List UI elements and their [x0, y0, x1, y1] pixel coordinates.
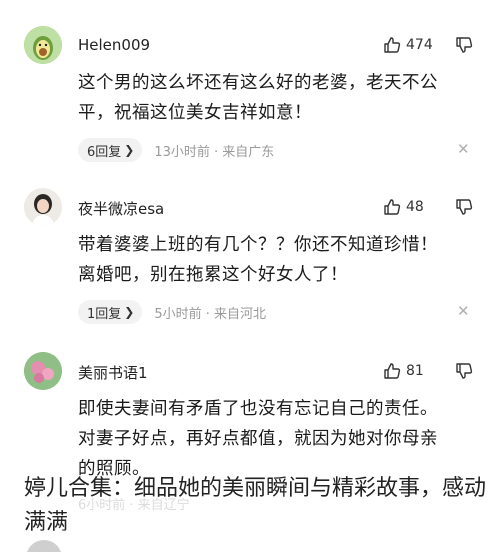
comment-meta: 6回复 ❯ 13小时前 · 来自广东: [78, 138, 274, 162]
girl-avatar-image: [24, 188, 62, 226]
dislike-button[interactable]: [455, 198, 473, 218]
reply-count: 1回复: [87, 306, 122, 322]
dislike-button[interactable]: [455, 36, 473, 56]
avatar[interactable]: [24, 26, 62, 64]
comment-text-line: 离婚吧，别在拖累这个好女人了！: [78, 265, 348, 285]
chevron-right-icon: ❯: [124, 143, 135, 157]
thumbs-down-icon: [456, 37, 473, 53]
overlay-caption: 婷儿合集：细品她的美丽瞬间与精彩故事，感动满满: [24, 476, 487, 535]
comment-text: 这个男的这么坏还有这么好的老婆，老天不公 平，祝福这位美女吉祥如意！: [78, 68, 488, 128]
timestamp-location: 5小时前 · 来自河北: [154, 306, 267, 322]
like-button[interactable]: 474: [383, 36, 433, 54]
comment-text-line: 带着婆婆上班的有几个？？你还不知道珍惜！: [78, 235, 438, 255]
avatar[interactable]: [24, 188, 62, 226]
avatar[interactable]: [26, 540, 62, 552]
username[interactable]: 夜半微凉esa: [78, 198, 164, 219]
username[interactable]: Helen009: [78, 36, 150, 54]
comment-text-line: 这个男的这么坏还有这么好的老婆，老天不公: [78, 73, 438, 93]
timestamp-location: 13小时前 · 来自广东: [154, 144, 275, 160]
comment-meta: 1回复 ❯ 5小时前 · 来自河北: [78, 300, 266, 324]
thumbs-down-icon: [456, 363, 473, 379]
avatar[interactable]: [24, 352, 62, 390]
comment-text-line: 对妻子好点，再好点都值，就因为她对你母亲: [78, 429, 438, 449]
close-icon[interactable]: ✕: [457, 140, 470, 158]
like-count: 474: [406, 37, 433, 53]
username[interactable]: 美丽书语1: [78, 362, 148, 383]
avocado-avatar-image: [24, 26, 62, 64]
reply-count: 6回复: [87, 144, 122, 160]
like-count: 48: [406, 199, 424, 215]
comment-text: 即使夫妻间有矛盾了也没有忘记自己的责任。 对妻子好点，再好点都值，就因为她对你母…: [78, 394, 488, 484]
close-icon[interactable]: ✕: [457, 302, 470, 320]
like-button[interactable]: 81: [383, 362, 424, 380]
reply-button[interactable]: 6回复 ❯: [78, 138, 143, 162]
comment-text-line: 平，祝福这位美女吉祥如意！: [78, 103, 312, 123]
comment-text-line: 即使夫妻间有矛盾了也没有忘记自己的责任。: [78, 399, 438, 419]
thumbs-up-icon: [384, 199, 401, 215]
thumbs-up-icon: [384, 37, 401, 53]
thumbs-up-icon: [384, 363, 401, 379]
thumbs-down-icon: [456, 199, 473, 215]
reply-button[interactable]: 1回复 ❯: [78, 300, 143, 324]
chevron-right-icon: ❯: [124, 305, 135, 319]
dislike-button[interactable]: [455, 362, 473, 382]
like-count: 81: [406, 363, 424, 379]
comment-text: 带着婆婆上班的有几个？？你还不知道珍惜！ 离婚吧，别在拖累这个好女人了！: [78, 230, 488, 290]
flower-avatar-image: [24, 352, 62, 390]
like-button[interactable]: 48: [383, 198, 424, 216]
